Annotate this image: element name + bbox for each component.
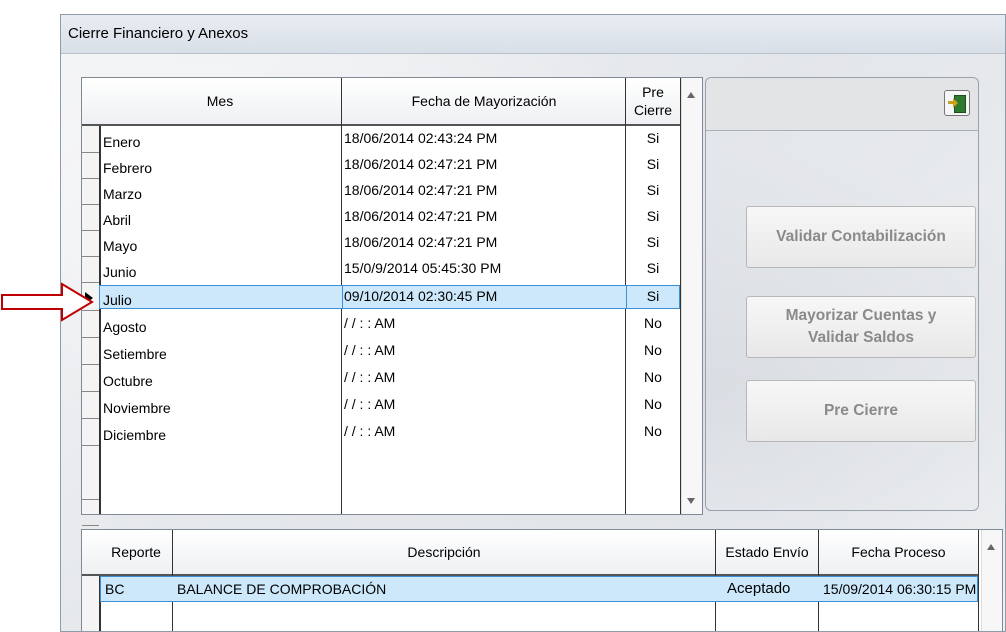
cell-estado-envio: Aceptado	[727, 580, 791, 597]
empty-row	[82, 499, 680, 526]
actions-panel: Validar Contabilización Mayorizar Cuenta…	[705, 77, 979, 511]
table-row[interactable]: Mayo 18/06/2014 02:47:21 PM Si	[82, 230, 680, 257]
cierre-financiero-window: Cierre Financiero y Anexos Mes Fecha de …	[60, 14, 1006, 632]
table-row[interactable]: Julio 09/10/2014 02:30:45 PM Si	[82, 284, 680, 311]
cell-fecha-mayorizacion: / / : : AM	[344, 396, 396, 412]
row-selector[interactable]	[82, 204, 99, 231]
header-descripcion[interactable]: Descripción	[173, 530, 715, 574]
header-mes[interactable]: Mes	[99, 78, 341, 124]
months-grid-header: Mes Fecha de Mayorización Pre Cierre	[82, 78, 680, 126]
table-row[interactable]: Diciembre / / : : AM No	[82, 419, 680, 446]
table-row[interactable]: Enero 18/06/2014 02:43:24 PM Si	[82, 126, 680, 153]
table-row[interactable]: Junio 15/0/9/2014 05:45:30 PM Si	[82, 256, 680, 283]
table-row[interactable]: Abril 18/06/2014 02:47:21 PM Si	[82, 204, 680, 231]
cell-mes: Octubre	[103, 373, 153, 389]
cell-mes: Junio	[103, 264, 137, 280]
cell-descripcion: BALANCE DE COMPROBACIÓN	[177, 581, 387, 597]
cell-fecha-mayorizacion: / / : : AM	[344, 369, 396, 385]
cell-pre-cierre: Si	[646, 130, 660, 146]
row-selector[interactable]	[82, 473, 99, 500]
cell-mes: Noviembre	[103, 400, 171, 416]
cell-fecha-mayorizacion: 18/06/2014 02:47:21 PM	[344, 234, 498, 250]
scroll-up-icon[interactable]	[687, 92, 695, 98]
cell-mes: Febrero	[103, 160, 153, 176]
cell-fecha-mayorizacion: 09/10/2014 02:30:45 PM	[344, 288, 498, 304]
scroll-up-icon[interactable]	[987, 544, 995, 550]
cell-fecha-mayorizacion: 18/06/2014 02:43:24 PM	[344, 130, 498, 146]
row-selector[interactable]	[82, 178, 99, 205]
reports-grid[interactable]: Reporte Descripción Estado Envío Fecha P…	[81, 529, 1003, 631]
cell-mes: Enero	[103, 134, 141, 150]
scroll-down-icon[interactable]	[687, 498, 695, 504]
row-selector[interactable]	[82, 499, 99, 526]
cell-mes: Mayo	[103, 238, 138, 254]
empty-row	[82, 473, 680, 500]
cell-mes: Diciembre	[103, 427, 167, 443]
months-grid-scrollbar[interactable]	[681, 78, 702, 514]
row-selector[interactable]	[82, 419, 99, 446]
table-row[interactable]: Marzo 18/06/2014 02:47:21 PM Si	[82, 178, 680, 205]
months-grid[interactable]: Mes Fecha de Mayorización Pre Cierre Ene…	[81, 77, 703, 526]
table-row[interactable]: Noviembre / / : : AM No	[82, 392, 680, 419]
cell-fecha-proceso: 15/09/2014 06:30:15 PM	[823, 581, 977, 597]
mayorizar-line2: Validar Saldos	[808, 329, 914, 346]
row-selector[interactable]	[82, 230, 99, 257]
cell-pre-cierre: Si	[646, 182, 660, 198]
cell-mes: Agosto	[103, 319, 147, 335]
exit-door-icon[interactable]	[944, 90, 970, 116]
header-reporte[interactable]: Reporte	[100, 530, 172, 574]
cell-mes: Marzo	[103, 186, 142, 202]
header-fecha-proceso[interactable]: Fecha Proceso	[819, 530, 978, 574]
cell-pre-cierre: No	[644, 396, 662, 412]
row-selector[interactable]	[82, 392, 99, 419]
mayorizar-line1: Mayorizar Cuentas y	[785, 306, 937, 324]
table-row[interactable]: Octubre / / : : AM No	[82, 365, 680, 392]
title-bar: Cierre Financiero y Anexos	[61, 15, 1005, 54]
cell-pre-cierre: Si	[646, 208, 660, 224]
cell-fecha-mayorizacion: 18/06/2014 02:47:21 PM	[344, 208, 498, 224]
table-row[interactable]: Setiembre / / : : AM No	[82, 338, 680, 365]
row-selector[interactable]	[82, 365, 99, 392]
callout-arrow-icon	[1, 282, 94, 322]
cell-pre-cierre: No	[644, 369, 662, 385]
cell-fecha-mayorizacion: / / : : AM	[344, 342, 396, 358]
cell-pre-cierre: No	[644, 423, 662, 439]
cell-fecha-mayorizacion: 18/06/2014 02:47:21 PM	[344, 156, 498, 172]
header-pre-cierre[interactable]: Pre Cierre	[626, 78, 680, 124]
reports-grid-scrollbar[interactable]	[981, 530, 1002, 631]
row-selector[interactable]	[82, 338, 99, 365]
table-row[interactable]: Agosto / / : : AM No	[82, 311, 680, 338]
table-row[interactable]: Febrero 18/06/2014 02:47:21 PM Si	[82, 152, 680, 179]
header-estado-envio[interactable]: Estado Envío	[716, 530, 818, 574]
cell-fecha-mayorizacion: / / : : AM	[344, 423, 396, 439]
window-title: Cierre Financiero y Anexos	[68, 25, 249, 42]
header-fecha-mayorizacion[interactable]: Fecha de Mayorización	[342, 78, 626, 124]
cell-pre-cierre: Si	[646, 156, 660, 172]
cell-pre-cierre: Si	[646, 260, 660, 276]
table-row[interactable]: BC BALANCE DE COMPROBACIÓN Aceptado 15/0…	[100, 576, 978, 602]
row-selector[interactable]	[82, 152, 99, 179]
actions-panel-header	[706, 78, 978, 131]
row-selector[interactable]	[82, 256, 99, 283]
cell-fecha-mayorizacion: / / : : AM	[344, 315, 396, 331]
reports-grid-header: Reporte Descripción Estado Envío Fecha P…	[82, 530, 978, 576]
cell-mes: Setiembre	[103, 346, 167, 362]
cell-reporte: BC	[105, 581, 125, 597]
cell-pre-cierre: Si	[646, 288, 660, 304]
cell-mes: Julio	[103, 292, 132, 308]
pre-cierre-button[interactable]: Pre Cierre	[746, 380, 976, 442]
row-selector[interactable]	[82, 126, 99, 153]
cell-fecha-mayorizacion: 18/06/2014 02:47:21 PM	[344, 182, 498, 198]
cell-fecha-mayorizacion: 15/0/9/2014 05:45:30 PM	[344, 260, 502, 276]
cell-pre-cierre: No	[644, 315, 662, 331]
cell-pre-cierre: Si	[646, 234, 660, 250]
cell-pre-cierre: No	[644, 342, 662, 358]
validar-contabilizacion-button[interactable]: Validar Contabilización	[746, 206, 976, 268]
cell-mes: Abril	[103, 212, 132, 228]
mayorizar-cuentas-button[interactable]: Mayorizar Cuentas y Validar Saldos	[746, 296, 976, 358]
